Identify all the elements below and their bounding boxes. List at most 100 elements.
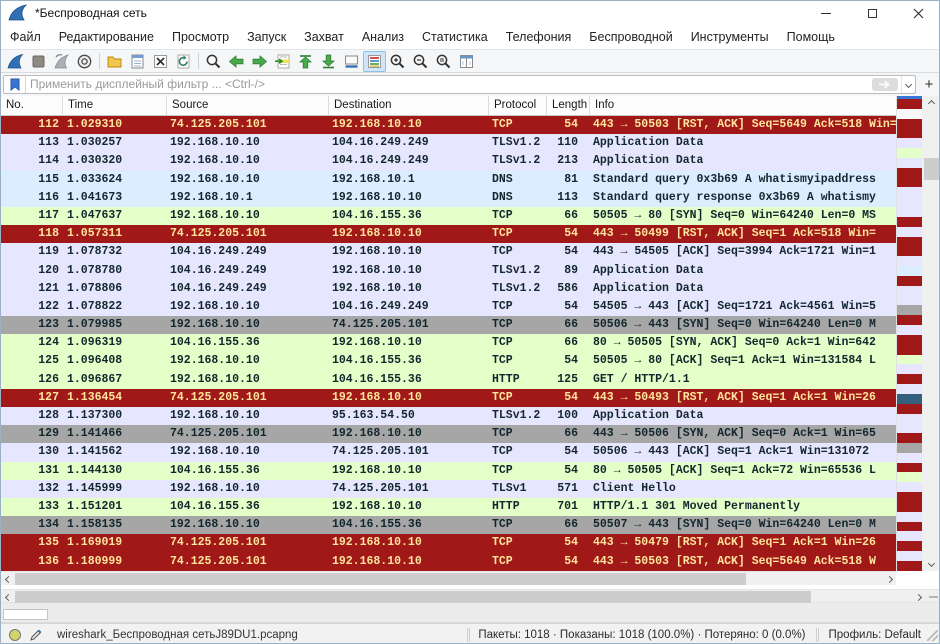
capture-options-icon[interactable] [73, 51, 96, 72]
packet-row[interactable]: 1151.033624192.168.10.10192.168.10.1DNS8… [1, 171, 896, 189]
cell-proto: DNS [489, 189, 547, 207]
column-header[interactable]: Time [63, 96, 167, 115]
scroll-down-button[interactable] [922, 556, 940, 571]
packet-row[interactable]: 1361.18099974.125.205.101192.168.10.10TC… [1, 553, 896, 571]
zoom-original-icon[interactable] [432, 51, 455, 72]
stop-capture-icon[interactable] [27, 51, 50, 72]
resize-columns-icon[interactable] [455, 51, 478, 72]
save-file-icon[interactable] [126, 51, 149, 72]
window-resize-grip[interactable] [927, 630, 938, 641]
vertical-scrollbar-thumb[interactable] [924, 158, 939, 180]
menu-item[interactable]: Редактирование [50, 27, 163, 47]
next-packet-icon[interactable] [248, 51, 271, 72]
menu-item[interactable]: Просмотр [163, 27, 238, 47]
zoom-out-icon[interactable] [409, 51, 432, 72]
scroll-left-button[interactable] [1, 572, 15, 586]
lower-pane-hscrollbar[interactable] [1, 589, 940, 603]
vertical-scrollbar[interactable] [922, 96, 940, 571]
packet-row[interactable]: 1281.137300192.168.10.1095.163.54.50TLSv… [1, 407, 896, 425]
packet-row[interactable]: 1241.096319104.16.155.36192.168.10.10TCP… [1, 334, 896, 352]
packet-row[interactable]: 1261.096867192.168.10.10104.16.155.36HTT… [1, 371, 896, 389]
colorize-packets-icon[interactable] [363, 51, 386, 72]
packet-row[interactable]: 1121.02931074.125.205.101192.168.10.10TC… [1, 116, 896, 134]
scroll-up-button[interactable] [922, 96, 940, 111]
column-header[interactable]: Destination [329, 96, 489, 115]
packet-row[interactable]: 1191.078732104.16.249.249192.168.10.10TC… [1, 243, 896, 261]
cell-no: 121 [1, 280, 63, 298]
packet-row[interactable]: 1181.05731174.125.205.101192.168.10.10TC… [1, 225, 896, 243]
start-capture-icon[interactable] [4, 51, 27, 72]
cell-proto: TCP [489, 316, 547, 334]
packet-minimap[interactable] [896, 96, 922, 571]
packet-row[interactable]: 1331.151201104.16.155.36192.168.10.10HTT… [1, 498, 896, 516]
filter-history-dropdown[interactable] [901, 76, 915, 93]
packet-row[interactable]: 1321.145999192.168.10.1074.125.205.101TL… [1, 480, 896, 498]
packet-row[interactable]: 1131.030257192.168.10.10104.16.249.249TL… [1, 134, 896, 152]
menu-item[interactable]: Помощь [778, 27, 844, 47]
previous-packet-icon[interactable] [225, 51, 248, 72]
packet-row[interactable]: 1231.079985192.168.10.1074.125.205.101TC… [1, 316, 896, 334]
cell-dst: 192.168.10.10 [329, 389, 489, 407]
pane-splitter-handle[interactable] [929, 596, 938, 598]
zoom-in-icon[interactable] [386, 51, 409, 72]
menu-item[interactable]: Анализ [353, 27, 413, 47]
reload-file-icon[interactable] [172, 51, 195, 72]
cell-proto: TCP [489, 298, 547, 316]
go-to-packet-icon[interactable] [271, 51, 294, 72]
packet-row[interactable]: 1271.13645474.125.205.101192.168.10.10TC… [1, 389, 896, 407]
packet-row[interactable]: 1171.047637192.168.10.10104.16.155.36TCP… [1, 207, 896, 225]
collapsed-pane-box [3, 609, 48, 620]
packet-row[interactable]: 1201.078780104.16.249.249192.168.10.10TL… [1, 262, 896, 280]
menu-item[interactable]: Запуск [238, 27, 295, 47]
packet-row[interactable]: 1301.141562192.168.10.1074.125.205.101TC… [1, 443, 896, 461]
filter-input[interactable] [26, 77, 872, 91]
scroll-right-button[interactable] [882, 572, 896, 586]
apply-filter-button[interactable] [872, 78, 898, 91]
display-filter-field[interactable] [3, 75, 916, 94]
column-header[interactable]: Length [547, 96, 590, 115]
close-button[interactable] [895, 1, 940, 25]
capture-comment-button[interactable] [29, 628, 43, 642]
expert-info-button[interactable] [9, 629, 21, 641]
column-header[interactable]: No. [1, 96, 63, 115]
packet-row[interactable]: 1351.16901974.125.205.101192.168.10.10TC… [1, 534, 896, 552]
open-file-icon[interactable] [103, 51, 126, 72]
menu-item[interactable]: Файл [1, 27, 50, 47]
first-packet-icon[interactable] [294, 51, 317, 72]
menu-item[interactable]: Статистика [413, 27, 497, 47]
menu-item[interactable]: Беспроводной [580, 27, 681, 47]
packet-row[interactable]: 1211.078806104.16.249.249192.168.10.10TL… [1, 280, 896, 298]
find-packet-icon[interactable] [202, 51, 225, 72]
last-packet-icon[interactable] [317, 51, 340, 72]
packet-row[interactable]: 1161.041673192.168.10.1192.168.10.10DNS1… [1, 189, 896, 207]
maximize-button[interactable] [849, 1, 895, 25]
scroll-right-button[interactable] [911, 590, 925, 604]
cell-proto: TCP [489, 334, 547, 352]
packet-row[interactable]: 1341.158135192.168.10.10104.16.155.36TCP… [1, 516, 896, 534]
cell-len: 54 [547, 116, 590, 134]
auto-scroll-icon[interactable] [340, 51, 363, 72]
hscrollbar-thumb[interactable] [15, 591, 811, 603]
packet-list-hscrollbar[interactable] [1, 571, 896, 585]
menu-item[interactable]: Инструменты [682, 27, 778, 47]
column-header[interactable]: Info [590, 96, 896, 115]
close-file-icon[interactable] [149, 51, 172, 72]
packet-row[interactable]: 1221.078822192.168.10.10104.16.249.249TC… [1, 298, 896, 316]
restart-capture-icon[interactable] [50, 51, 73, 72]
column-header[interactable]: Source [167, 96, 329, 115]
column-header[interactable]: Protocol [489, 96, 547, 115]
scroll-left-button[interactable] [1, 590, 15, 604]
menu-item[interactable]: Телефония [497, 27, 581, 47]
profile-label[interactable]: Профиль: Default [823, 629, 927, 641]
menu-item[interactable]: Захват [295, 27, 353, 47]
title-bar[interactable]: *Беспроводная сеть [1, 1, 940, 25]
packet-row[interactable]: 1251.096408192.168.10.10104.16.155.36TCP… [1, 352, 896, 370]
minimize-button[interactable] [803, 1, 849, 25]
packet-row[interactable]: 1291.14146674.125.205.101192.168.10.10TC… [1, 425, 896, 443]
add-filter-button[interactable]: + [920, 76, 938, 93]
hscrollbar-thumb[interactable] [15, 573, 746, 585]
packet-row[interactable]: 1141.030320192.168.10.10104.16.249.249TL… [1, 152, 896, 170]
filter-bookmark-button[interactable] [4, 76, 26, 93]
packet-row[interactable]: 1311.144130104.16.155.36192.168.10.10TCP… [1, 462, 896, 480]
cell-no: 120 [1, 262, 63, 280]
